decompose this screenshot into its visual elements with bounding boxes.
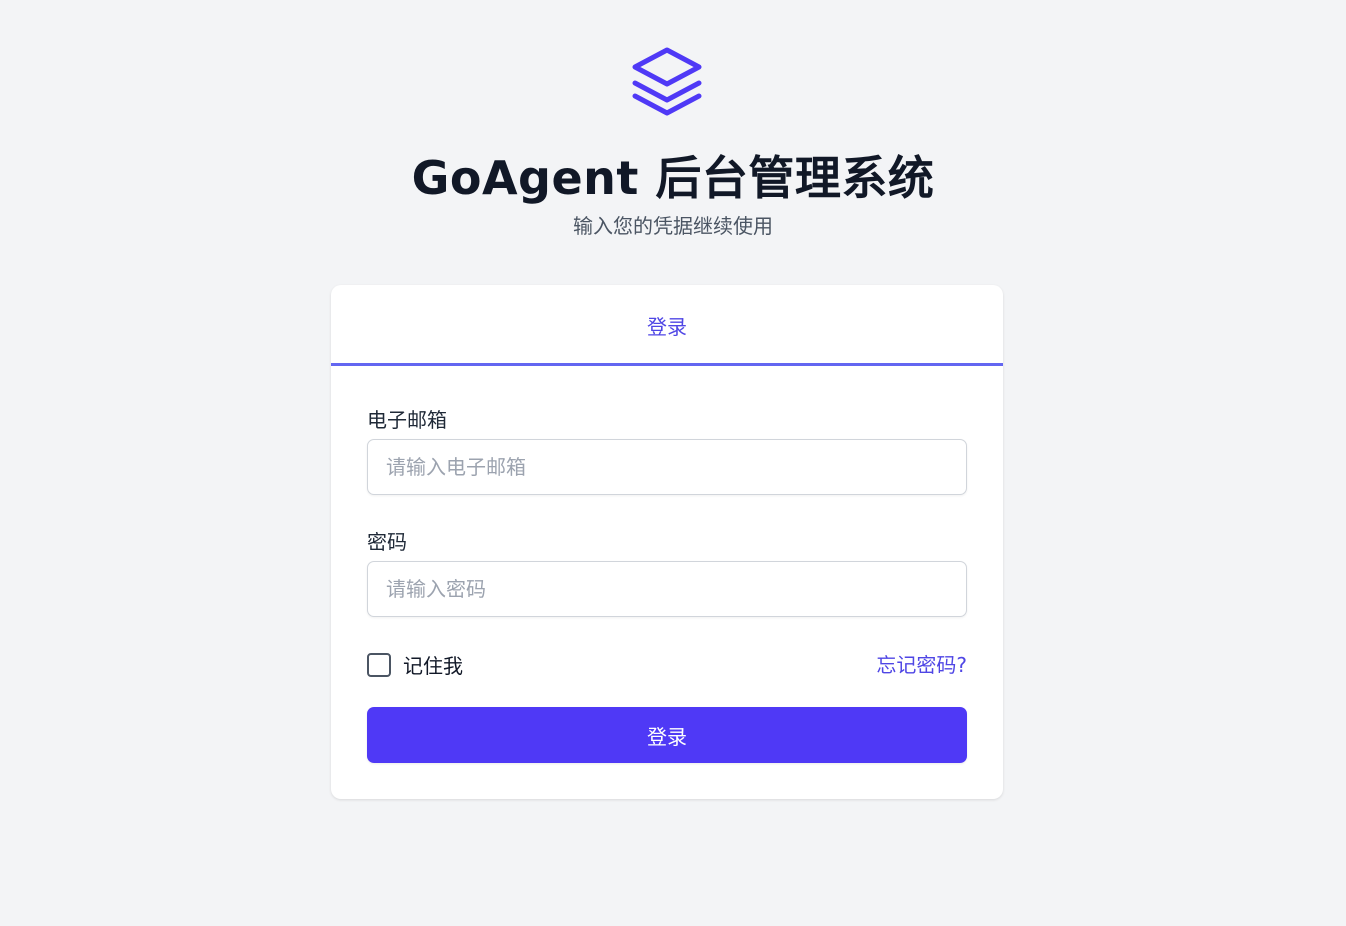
login-button[interactable]: 登录 [367,707,967,763]
remember-me[interactable]: 记住我 [367,650,463,679]
page-title: GoAgent 后台管理系统 [411,151,935,205]
tab-bar: 登录 [331,285,1003,366]
page-subtitle: 输入您的凭据继续使用 [573,214,773,238]
remember-label: 记住我 [403,654,463,678]
remember-checkbox[interactable] [367,652,391,677]
email-label: 电子邮箱 [367,408,447,432]
login-page: GoAgent 后台管理系统 输入您的凭据继续使用 登录 电子邮箱 密码 记住我… [0,0,1346,926]
layers-icon [631,46,703,116]
forgot-password-link[interactable]: 忘记密码? [876,649,967,678]
password-label: 密码 [367,530,407,554]
email-field[interactable] [367,439,967,495]
login-card: 登录 电子邮箱 密码 记住我 忘记密码? 登录 [331,285,1003,799]
password-field[interactable] [367,561,967,617]
tab-login[interactable]: 登录 [647,309,687,340]
